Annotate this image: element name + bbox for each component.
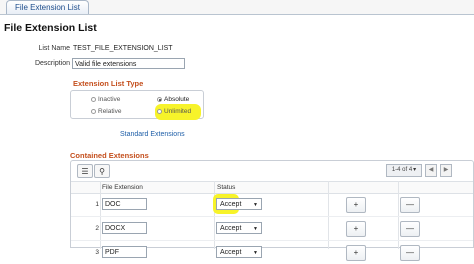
status-value: Accept xyxy=(220,225,242,232)
row-number: 3 xyxy=(95,249,99,256)
file-extension-input[interactable]: DOCX xyxy=(102,222,147,234)
extension-list-type-box: Inactive Absolute Relative Unlimited xyxy=(70,90,204,120)
status-select[interactable]: Accept ▼ xyxy=(216,222,262,234)
radio-relative-dot[interactable] xyxy=(91,109,96,114)
extension-list-type-title: Extension List Type xyxy=(73,79,144,88)
delete-row-button[interactable]: — xyxy=(400,245,420,261)
radio-inactive[interactable]: Inactive xyxy=(91,96,120,103)
list-name-label: List Name xyxy=(38,45,70,52)
radio-relative[interactable]: Relative xyxy=(91,108,121,115)
radio-inactive-dot[interactable] xyxy=(91,97,96,102)
contained-extensions-grid: ☰ ⚲ 1-4 of 4▾ ◀ ▶ File Extension Status … xyxy=(70,160,474,261)
radio-unlimited[interactable]: Unlimited xyxy=(157,108,191,115)
page-title: File Extension List xyxy=(4,22,97,34)
search-icon[interactable]: ⚲ xyxy=(94,164,110,178)
tab-file-extension-list[interactable]: File Extension List xyxy=(6,0,89,14)
description-label: Description xyxy=(34,60,70,67)
file-extension-input[interactable]: DOC xyxy=(102,198,147,210)
table-row: 2 DOCX Accept ▼ + — xyxy=(71,217,473,241)
previous-icon[interactable]: ◀ xyxy=(425,164,437,177)
table-row: 3 PDF Accept ▼ + — xyxy=(71,241,473,264)
radio-absolute-label: Absolute xyxy=(164,96,190,103)
status-value: Accept xyxy=(220,201,242,208)
radio-absolute-dot[interactable] xyxy=(157,97,162,102)
chevron-down-icon: ▼ xyxy=(253,250,258,256)
description-field[interactable]: Valid file extensions xyxy=(72,58,185,69)
delete-row-button[interactable]: — xyxy=(400,221,420,237)
tab-bar: File Extension List xyxy=(0,0,474,15)
radio-unlimited-label: Unlimited xyxy=(164,108,192,115)
row-count: 1-4 of 4 xyxy=(391,167,413,173)
extension-list-type-group: Extension List Type Inactive Absolute Re… xyxy=(70,79,220,120)
list-name-value: TEST_FILE_EXTENSION_LIST xyxy=(73,45,173,52)
add-row-button[interactable]: + xyxy=(346,197,366,213)
radio-inactive-label: Inactive xyxy=(98,96,121,103)
row-number: 2 xyxy=(95,225,99,232)
add-row-button[interactable]: + xyxy=(346,221,366,237)
table-row: 1 DOC Accept ▼ + — xyxy=(71,193,473,217)
delete-row-button[interactable]: — xyxy=(400,197,420,213)
radio-absolute[interactable]: Absolute xyxy=(157,96,189,103)
add-row-button[interactable]: + xyxy=(346,245,366,261)
status-select[interactable]: Accept ▼ xyxy=(216,198,262,210)
row-count-select[interactable]: 1-4 of 4▾ xyxy=(386,164,422,177)
chevron-down-icon: ▼ xyxy=(253,226,258,232)
pager: 1-4 of 4▾ ◀ ▶ xyxy=(386,164,452,177)
chevron-down-icon: ▾ xyxy=(413,167,417,173)
status-value: Accept xyxy=(220,249,242,256)
standard-extensions-link[interactable]: Standard Extensions xyxy=(120,131,185,138)
radio-relative-label: Relative xyxy=(98,108,122,115)
radio-unlimited-dot[interactable] xyxy=(157,109,162,114)
contained-extensions-title: Contained Extensions xyxy=(70,151,149,160)
row-number: 1 xyxy=(95,201,99,208)
personalize-grid-icon[interactable]: ☰ xyxy=(77,164,93,178)
column-status[interactable]: Status xyxy=(217,182,235,193)
next-icon[interactable]: ▶ xyxy=(440,164,452,177)
chevron-down-icon: ▼ xyxy=(253,202,258,208)
column-file-extension[interactable]: File Extension xyxy=(102,182,143,193)
